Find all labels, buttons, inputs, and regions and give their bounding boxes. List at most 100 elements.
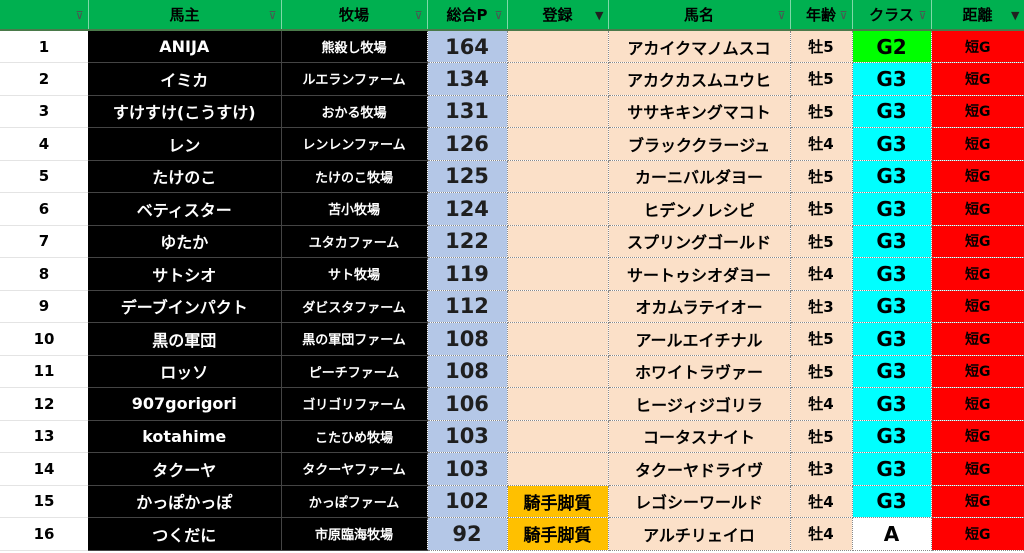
- distance-category[interactable]: 短G: [931, 452, 1024, 486]
- distance-category[interactable]: 短G: [931, 517, 1024, 551]
- row-number[interactable]: 12: [0, 387, 88, 421]
- total-points[interactable]: 103: [427, 452, 508, 486]
- distance-category[interactable]: 短G: [931, 420, 1024, 453]
- filter-dropdown-icon[interactable]: ⊽: [414, 9, 422, 22]
- class-grade[interactable]: G3: [852, 452, 932, 486]
- class-grade[interactable]: G3: [852, 192, 932, 226]
- col-points-header[interactable]: 総合P ⊽: [427, 0, 508, 31]
- horse-name[interactable]: ヒデンノレシピ: [608, 192, 791, 226]
- farm-name[interactable]: おかる牧場: [281, 95, 428, 128]
- owner-name[interactable]: すけすけ(こうすけ): [88, 95, 282, 128]
- horse-age[interactable]: 牡4: [790, 257, 853, 291]
- distance-category[interactable]: 短G: [931, 30, 1024, 63]
- row-number[interactable]: 16: [0, 517, 88, 551]
- filter-active-icon[interactable]: ▼: [595, 9, 603, 22]
- owner-name[interactable]: 907gorigori: [88, 387, 282, 421]
- class-grade[interactable]: G3: [852, 322, 932, 356]
- horse-name[interactable]: アルチリェイロ: [608, 517, 791, 551]
- row-number[interactable]: 15: [0, 485, 88, 518]
- horse-age[interactable]: 牡5: [790, 225, 853, 258]
- farm-name[interactable]: ピーチファーム: [281, 355, 428, 388]
- owner-name[interactable]: ロッソ: [88, 355, 282, 388]
- horse-name[interactable]: アカクカスムユウヒ: [608, 62, 791, 96]
- total-points[interactable]: 131: [427, 95, 508, 128]
- class-grade[interactable]: G3: [852, 485, 932, 518]
- registration-cell[interactable]: [507, 290, 609, 323]
- horse-age[interactable]: 牡5: [790, 420, 853, 453]
- horse-name[interactable]: サートゥシオダヨー: [608, 257, 791, 291]
- registration-cell[interactable]: 騎手脚質: [507, 517, 609, 551]
- row-number[interactable]: 1: [0, 30, 88, 63]
- filter-dropdown-icon[interactable]: ⊽: [268, 9, 276, 22]
- farm-name[interactable]: レンレンファーム: [281, 127, 428, 161]
- class-grade[interactable]: G3: [852, 420, 932, 453]
- owner-name[interactable]: イミカ: [88, 62, 282, 96]
- filter-dropdown-icon[interactable]: ⊽: [918, 9, 926, 22]
- owner-name[interactable]: 黒の軍団: [88, 322, 282, 356]
- col-class-header[interactable]: クラス ⊽: [852, 0, 932, 31]
- registration-cell[interactable]: [507, 225, 609, 258]
- row-number[interactable]: 11: [0, 355, 88, 388]
- horse-name[interactable]: スプリングゴールド: [608, 225, 791, 258]
- row-number[interactable]: 7: [0, 225, 88, 258]
- total-points[interactable]: 119: [427, 257, 508, 291]
- total-points[interactable]: 126: [427, 127, 508, 161]
- horse-age[interactable]: 牡5: [790, 30, 853, 63]
- distance-category[interactable]: 短G: [931, 225, 1024, 258]
- registration-cell[interactable]: [507, 322, 609, 356]
- row-number[interactable]: 5: [0, 160, 88, 193]
- total-points[interactable]: 103: [427, 420, 508, 453]
- farm-name[interactable]: ユタカファーム: [281, 225, 428, 258]
- class-grade[interactable]: G3: [852, 290, 932, 323]
- distance-category[interactable]: 短G: [931, 387, 1024, 421]
- filter-dropdown-icon[interactable]: ⊽: [75, 9, 83, 22]
- farm-name[interactable]: タクーヤファーム: [281, 452, 428, 486]
- farm-name[interactable]: サト牧場: [281, 257, 428, 291]
- class-grade[interactable]: A: [852, 517, 932, 551]
- row-number[interactable]: 8: [0, 257, 88, 291]
- row-number[interactable]: 4: [0, 127, 88, 161]
- horse-name[interactable]: ササキキングマコト: [608, 95, 791, 128]
- filter-active-icon[interactable]: ▼: [1011, 9, 1019, 22]
- horse-name[interactable]: カーニバルダヨー: [608, 160, 791, 193]
- horse-age[interactable]: 牡3: [790, 290, 853, 323]
- farm-name[interactable]: こたひめ牧場: [281, 420, 428, 453]
- horse-age[interactable]: 牡5: [790, 355, 853, 388]
- registration-cell[interactable]: [507, 355, 609, 388]
- col-horse-header[interactable]: 馬名 ⊽: [608, 0, 791, 31]
- class-grade[interactable]: G3: [852, 160, 932, 193]
- total-points[interactable]: 164: [427, 30, 508, 63]
- owner-name[interactable]: つくだに: [88, 517, 282, 551]
- row-number[interactable]: 3: [0, 95, 88, 128]
- col-index-header[interactable]: ⊽: [0, 0, 89, 31]
- registration-cell[interactable]: [507, 62, 609, 96]
- class-grade[interactable]: G2: [852, 30, 932, 63]
- col-registration-header[interactable]: 登録 ▼: [507, 0, 609, 31]
- farm-name[interactable]: 市原臨海牧場: [281, 517, 428, 551]
- horse-name[interactable]: ブラッククラージュ: [608, 127, 791, 161]
- registration-cell[interactable]: [507, 127, 609, 161]
- registration-cell[interactable]: [507, 192, 609, 226]
- horse-age[interactable]: 牡3: [790, 452, 853, 486]
- distance-category[interactable]: 短G: [931, 322, 1024, 356]
- owner-name[interactable]: デーブインパクト: [88, 290, 282, 323]
- farm-name[interactable]: たけのこ牧場: [281, 160, 428, 193]
- horse-age[interactable]: 牡5: [790, 62, 853, 96]
- horse-age[interactable]: 牡5: [790, 192, 853, 226]
- owner-name[interactable]: ゆたか: [88, 225, 282, 258]
- horse-age[interactable]: 牡5: [790, 322, 853, 356]
- class-grade[interactable]: G3: [852, 127, 932, 161]
- distance-category[interactable]: 短G: [931, 257, 1024, 291]
- total-points[interactable]: 125: [427, 160, 508, 193]
- owner-name[interactable]: たけのこ: [88, 160, 282, 193]
- horse-age[interactable]: 牡4: [790, 485, 853, 518]
- registration-cell[interactable]: [507, 387, 609, 421]
- total-points[interactable]: 106: [427, 387, 508, 421]
- horse-age[interactable]: 牡4: [790, 517, 853, 551]
- horse-name[interactable]: アカイクマノムスコ: [608, 30, 791, 63]
- owner-name[interactable]: レン: [88, 127, 282, 161]
- registration-cell[interactable]: [507, 160, 609, 193]
- owner-name[interactable]: タクーヤ: [88, 452, 282, 486]
- owner-name[interactable]: ベティスター: [88, 192, 282, 226]
- total-points[interactable]: 92: [427, 517, 508, 551]
